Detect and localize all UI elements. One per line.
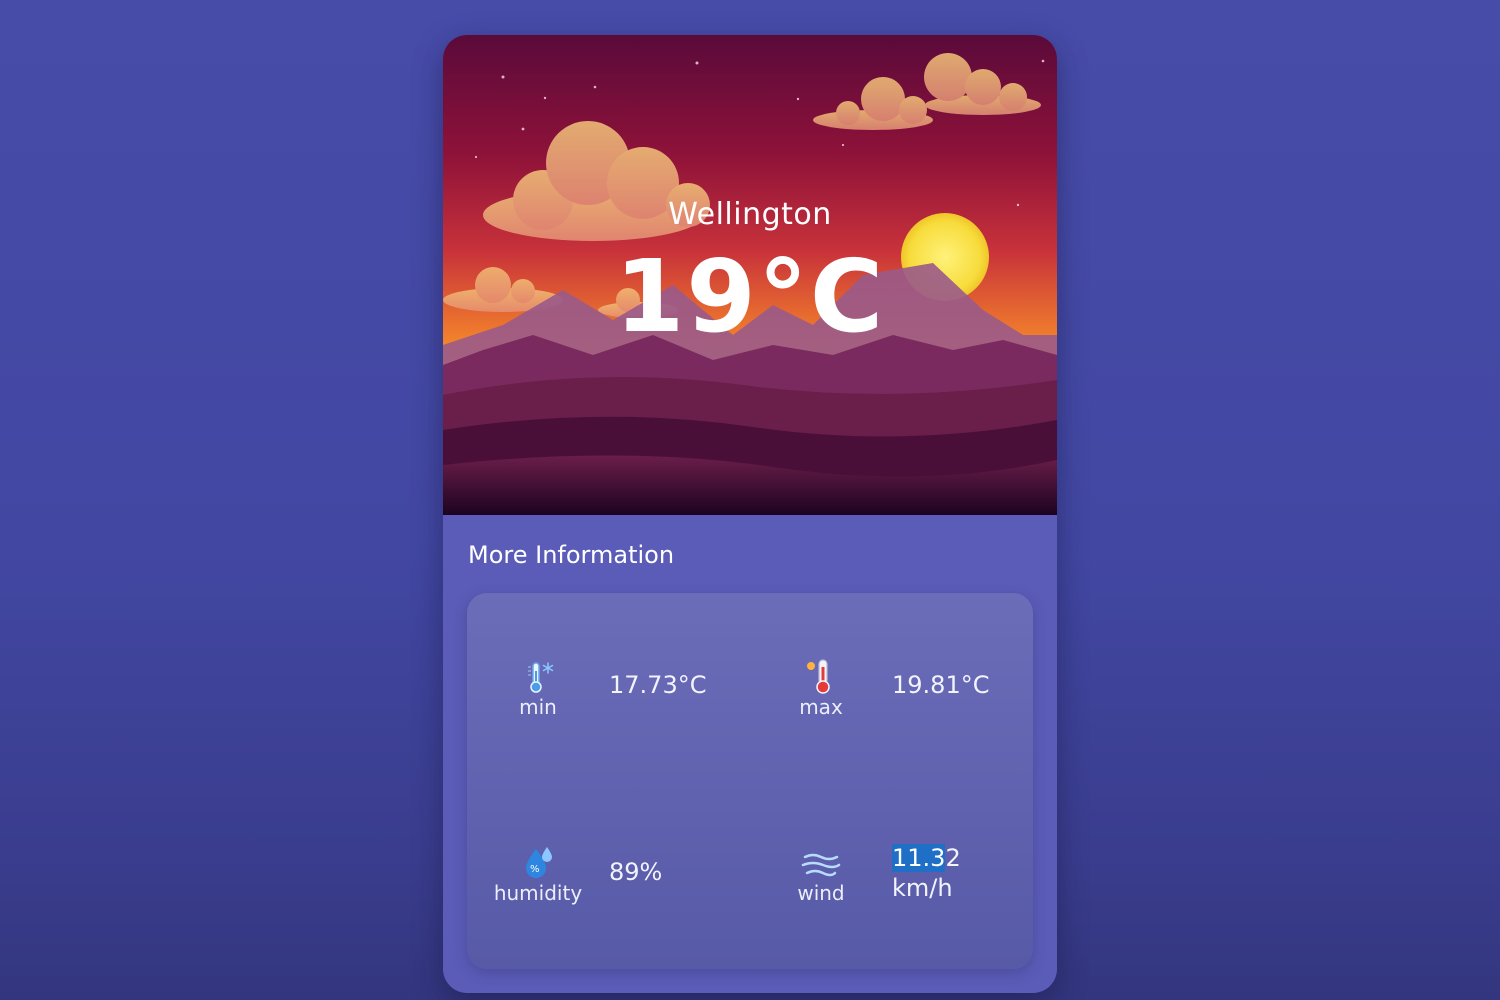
- thermometer-hot-icon: [801, 657, 841, 697]
- info-panel: min 17.73°C max 19.81°C % humidity 89% w…: [467, 593, 1033, 969]
- svg-text:%: %: [530, 864, 540, 875]
- humidity-label: humidity: [493, 881, 583, 905]
- current-temperature: 19°C: [614, 238, 886, 355]
- stat-max: max 19.81°C: [770, 653, 1050, 733]
- weather-card: Wellington 19°C More Information min 17.…: [443, 35, 1057, 993]
- wind-unit: km/h: [892, 874, 953, 902]
- min-label: min: [519, 695, 557, 719]
- max-label: max: [799, 695, 843, 719]
- more-information-heading: More Information: [468, 541, 675, 569]
- humidity-value: 89%: [609, 858, 663, 886]
- wind-value-selected-text[interactable]: 11.3: [892, 844, 946, 872]
- sunset-illustration: Wellington 19°C: [443, 35, 1057, 515]
- max-value: 19.81°C: [892, 671, 990, 699]
- stat-wind: wind 11.32 km/h: [770, 843, 1050, 923]
- stat-min: min 17.73°C: [487, 653, 767, 733]
- city-name: Wellington: [668, 197, 832, 232]
- wind-value-rest-text[interactable]: 2: [945, 844, 960, 872]
- stat-humidity: % humidity 89%: [487, 843, 767, 923]
- wind-label: wind: [797, 881, 845, 905]
- thermometer-snowflake-icon: [518, 659, 558, 699]
- humidity-drop-icon: %: [518, 843, 558, 883]
- min-value: 17.73°C: [609, 671, 707, 699]
- wind-value[interactable]: 11.32 km/h: [892, 843, 961, 903]
